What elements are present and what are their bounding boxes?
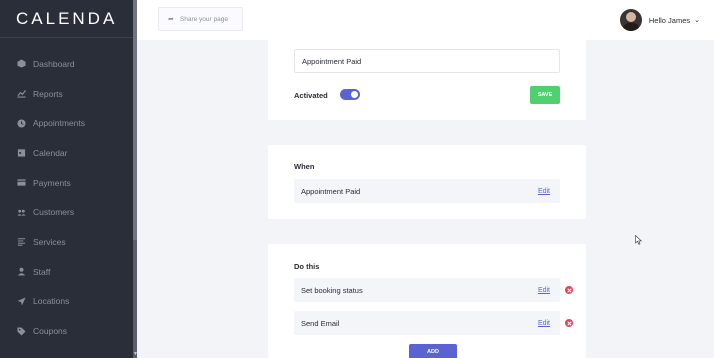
- user-menu[interactable]: Hello James ⌄: [619, 9, 700, 31]
- user-greeting: Hello James: [648, 15, 691, 25]
- sidebar-item-label: Appointments: [33, 118, 85, 129]
- remove-icon[interactable]: [565, 319, 573, 327]
- sidebar-item-label: Customers: [33, 207, 75, 218]
- edit-action-link[interactable]: Edit: [538, 287, 550, 294]
- sidebar-item-services[interactable]: Services: [0, 227, 133, 257]
- sidebar-item-label: Payments: [33, 177, 71, 188]
- edit-action-link[interactable]: Edit: [538, 320, 550, 327]
- sidebar-item-payments[interactable]: Payments: [0, 168, 133, 198]
- payments-icon: [17, 178, 26, 187]
- sidebar-item-locations[interactable]: Locations: [0, 287, 133, 317]
- action-label: Send Email: [301, 318, 340, 328]
- appointments-icon: [17, 119, 26, 128]
- scroll-down-arrow-icon[interactable]: ▼: [133, 351, 138, 357]
- sidebar-item-customers[interactable]: Customers: [0, 197, 133, 227]
- save-button[interactable]: SAVE: [530, 86, 560, 104]
- app-logo[interactable]: CALENDA: [0, 0, 133, 38]
- trigger-row: Appointment Paid Edit: [294, 179, 560, 203]
- avatar: [619, 9, 642, 31]
- calendar-icon: [17, 148, 26, 157]
- sidebar-item-staff[interactable]: Staff: [0, 257, 133, 287]
- sidebar-item-label: Dashboard: [33, 58, 75, 69]
- sidebar-nav: Dashboard Reports Appointments Calendar …: [0, 49, 133, 346]
- services-icon: [17, 237, 26, 247]
- dashboard-icon: [17, 59, 26, 68]
- locations-icon: [17, 297, 26, 306]
- sidebar-item-label: Locations: [33, 296, 70, 307]
- sidebar-item-label: Coupons: [33, 326, 68, 337]
- sidebar-item-appointments[interactable]: Appointments: [0, 108, 133, 138]
- trigger-label: Appointment Paid: [301, 186, 361, 196]
- sidebar-item-label: Reports: [33, 88, 63, 99]
- sidebar: CALENDA Dashboard Reports Appointments C…: [0, 0, 133, 358]
- share-page-label: Share your page: [179, 15, 228, 23]
- sidebar-item-reports[interactable]: Reports: [0, 79, 133, 109]
- action-row: Send Email Edit: [294, 311, 560, 335]
- action-label: Set booking status: [301, 285, 363, 295]
- toggle-knob: [351, 91, 358, 98]
- when-title: When: [294, 162, 315, 171]
- add-action-button[interactable]: ADD: [409, 344, 457, 358]
- do-this-title: Do this: [294, 262, 320, 271]
- top-header: ➦ Share your page Hello James ⌄: [137, 0, 714, 40]
- sidebar-item-calendar[interactable]: Calendar: [0, 138, 133, 168]
- do-this-card: Do this Set booking status Edit Send Ema…: [268, 244, 586, 358]
- share-page-button[interactable]: ➦ Share your page: [158, 7, 243, 31]
- share-icon: ➦: [168, 16, 174, 23]
- reports-icon: [17, 89, 26, 98]
- sidebar-item-dashboard[interactable]: Dashboard: [0, 49, 133, 79]
- sidebar-item-label: Services: [33, 236, 66, 247]
- when-card: When Appointment Paid Edit: [268, 145, 586, 219]
- chevron-down-icon: ⌄: [694, 17, 700, 24]
- coupons-icon: [17, 326, 26, 336]
- sidebar-item-coupons[interactable]: Coupons: [0, 316, 133, 346]
- edit-trigger-link[interactable]: Edit: [538, 188, 550, 195]
- remove-icon[interactable]: [565, 286, 573, 294]
- customers-icon: [17, 208, 26, 217]
- sidebar-item-label: Staff: [33, 266, 51, 277]
- automation-settings-card: Activated SAVE: [268, 40, 586, 120]
- action-row: Set booking status Edit: [294, 278, 560, 302]
- automation-name-input[interactable]: [294, 49, 560, 73]
- staff-icon: [17, 267, 26, 276]
- activated-label: Activated: [294, 91, 328, 100]
- sidebar-item-label: Calendar: [33, 147, 68, 158]
- activated-toggle[interactable]: [340, 89, 360, 100]
